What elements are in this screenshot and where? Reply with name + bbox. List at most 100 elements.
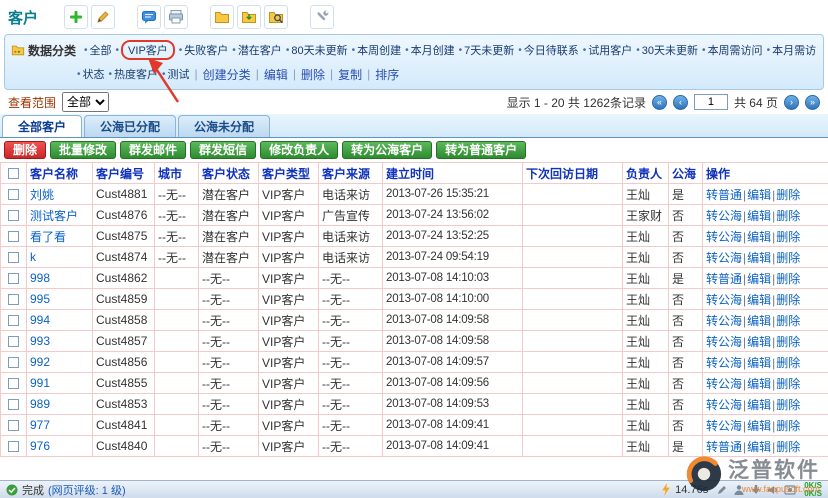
edit-link[interactable]: 编辑	[747, 209, 771, 223]
delete-link[interactable]: 删除	[776, 188, 800, 202]
first-page-button[interactable]: «	[652, 95, 667, 110]
transfer-link[interactable]: 转公海	[706, 398, 742, 412]
customer-name-link[interactable]: 995	[30, 292, 50, 306]
bulk-action-修改负责人[interactable]: 修改负责人	[260, 141, 338, 159]
row-checkbox[interactable]	[8, 294, 19, 305]
bulk-action-转为普通客户[interactable]: 转为普通客户	[436, 141, 526, 159]
edit-link[interactable]: 编辑	[747, 188, 771, 202]
tools-button[interactable]	[310, 5, 334, 29]
customer-name-link[interactable]: 测试客户	[30, 209, 78, 223]
category-link-7天未更新[interactable]: 7天未更新	[464, 42, 514, 58]
column-header-负责人[interactable]: 负责人	[623, 163, 669, 184]
category-link-试用客户[interactable]: 试用客户	[588, 42, 632, 58]
bulk-action-转为公海客户[interactable]: 转为公海客户	[342, 141, 432, 159]
import-button[interactable]	[210, 5, 234, 29]
bulk-action-群发邮件[interactable]: 群发邮件	[120, 141, 186, 159]
customer-name-link[interactable]: 993	[30, 334, 50, 348]
edit-link[interactable]: 编辑	[747, 335, 771, 349]
column-header-客户编号[interactable]: 客户编号	[93, 163, 155, 184]
bulk-action-删除[interactable]: 删除	[4, 141, 46, 159]
row-checkbox[interactable]	[8, 378, 19, 389]
category-link-本周需访问[interactable]: 本周需访问	[708, 42, 763, 58]
delete-link[interactable]: 删除	[776, 209, 800, 223]
message-button[interactable]	[137, 5, 161, 29]
category-link-30天未更新[interactable]: 30天未更新	[642, 42, 698, 58]
media-icon[interactable]	[784, 484, 796, 496]
customer-name-link[interactable]: 991	[30, 376, 50, 390]
delete-link[interactable]: 删除	[776, 272, 800, 286]
column-header-城市[interactable]: 城市	[155, 163, 199, 184]
edit-icon[interactable]	[716, 484, 728, 496]
edit-link[interactable]: 编辑	[747, 377, 771, 391]
delete-link[interactable]: 删除	[776, 377, 800, 391]
download-icon[interactable]	[750, 484, 762, 496]
page-number-input[interactable]	[694, 94, 728, 110]
category-link-本月需访问[interactable]: 本月需访问	[772, 42, 817, 58]
row-checkbox[interactable]	[8, 273, 19, 284]
column-header-公海[interactable]: 公海	[669, 163, 703, 184]
edit-link[interactable]: 编辑	[747, 251, 771, 265]
edit-link[interactable]: 编辑	[747, 272, 771, 286]
edit-button[interactable]	[91, 5, 115, 29]
delete-link[interactable]: 删除	[776, 230, 800, 244]
category-link-潜在客户[interactable]: 潜在客户	[238, 42, 282, 58]
search-folder-button[interactable]	[264, 5, 288, 29]
tab-all-customers[interactable]: 全部客户	[2, 115, 82, 137]
category-link-失败客户[interactable]: 失败客户	[184, 42, 228, 58]
delete-link[interactable]: 删除	[776, 314, 800, 328]
customer-name-link[interactable]: 989	[30, 397, 50, 411]
category-link-状态[interactable]: 状态	[83, 66, 105, 82]
category-link-测试[interactable]: 测试	[168, 66, 190, 82]
bulk-action-群发短信[interactable]: 群发短信	[190, 141, 256, 159]
transfer-link[interactable]: 转公海	[706, 314, 742, 328]
transfer-link[interactable]: 转公海	[706, 356, 742, 370]
transfer-link[interactable]: 转公海	[706, 209, 742, 223]
category-link-本周创建[interactable]: 本周创建	[357, 42, 401, 58]
row-checkbox[interactable]	[8, 336, 19, 347]
transfer-link[interactable]: 转公海	[706, 230, 742, 244]
category-action-编辑[interactable]: 编辑	[264, 66, 288, 83]
category-link-热度客户[interactable]: 热度客户	[114, 66, 158, 82]
column-header-客户名称[interactable]: 客户名称	[27, 163, 93, 184]
category-action-创建分类[interactable]: 创建分类	[203, 66, 251, 83]
edit-link[interactable]: 编辑	[747, 314, 771, 328]
row-checkbox[interactable]	[8, 189, 19, 200]
category-action-排序[interactable]: 排序	[375, 66, 399, 83]
add-button[interactable]	[64, 5, 88, 29]
column-header-客户状态[interactable]: 客户状态	[199, 163, 259, 184]
row-checkbox[interactable]	[8, 315, 19, 326]
customer-name-link[interactable]: k	[30, 250, 36, 264]
transfer-link[interactable]: 转公海	[706, 419, 742, 433]
row-checkbox[interactable]	[8, 399, 19, 410]
customer-name-link[interactable]: 994	[30, 313, 50, 327]
export-button[interactable]	[237, 5, 261, 29]
transfer-link[interactable]: 转公海	[706, 251, 742, 265]
prev-page-button[interactable]: ‹	[673, 95, 688, 110]
transfer-link[interactable]: 转公海	[706, 377, 742, 391]
customer-name-link[interactable]: 998	[30, 271, 50, 285]
bulk-action-批量修改[interactable]: 批量修改	[50, 141, 116, 159]
delete-link[interactable]: 删除	[776, 293, 800, 307]
delete-link[interactable]: 删除	[776, 419, 800, 433]
row-checkbox[interactable]	[8, 210, 19, 221]
column-header-下次回访日期[interactable]: 下次回访日期	[523, 163, 623, 184]
delete-link[interactable]: 删除	[776, 440, 800, 454]
transfer-link[interactable]: 转公海	[706, 335, 742, 349]
row-checkbox[interactable]	[8, 252, 19, 263]
page-rating-text[interactable]: (网页评级: 1 级)	[48, 482, 126, 498]
speaker-icon[interactable]	[767, 484, 779, 496]
category-link-VIP客户[interactable]: VIP客户	[121, 40, 175, 60]
edit-link[interactable]: 编辑	[747, 293, 771, 307]
customer-name-link[interactable]: 976	[30, 439, 50, 453]
customer-name-link[interactable]: 992	[30, 355, 50, 369]
row-checkbox[interactable]	[8, 357, 19, 368]
tab-pool-assigned[interactable]: 公海已分配	[84, 115, 176, 137]
category-link-本月创建[interactable]: 本月创建	[411, 42, 455, 58]
transfer-link[interactable]: 转普通	[706, 440, 742, 454]
column-header-操作[interactable]: 操作	[703, 163, 828, 184]
tab-pool-unassigned[interactable]: 公海未分配	[178, 115, 270, 137]
row-checkbox[interactable]	[8, 231, 19, 242]
category-action-复制[interactable]: 复制	[338, 66, 362, 83]
last-page-button[interactable]: »	[805, 95, 820, 110]
next-page-button[interactable]: ›	[784, 95, 799, 110]
